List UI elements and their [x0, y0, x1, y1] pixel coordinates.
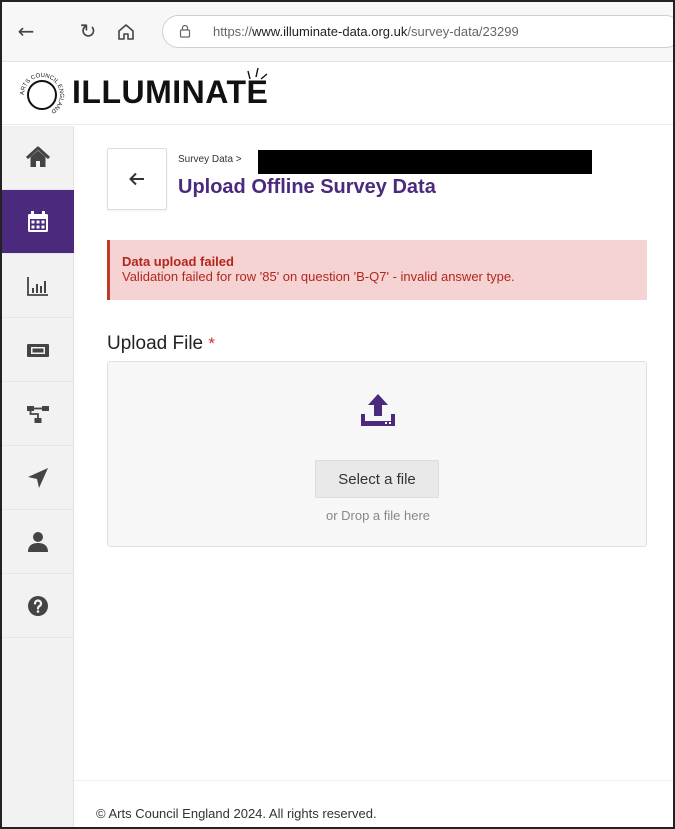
calendar-icon [28, 210, 48, 232]
sidebar-item-reports[interactable] [2, 254, 74, 318]
drop-hint: or Drop a file here [325, 508, 431, 523]
app-header: ARTS COUNCIL ENGLAND ILLUMINATE [2, 63, 673, 125]
sidebar-item-account[interactable] [2, 510, 74, 574]
upload-icon [361, 394, 395, 426]
arts-council-seal-logo: ARTS COUNCIL ENGLAND [20, 73, 64, 115]
sidebar-item-home[interactable] [2, 126, 74, 190]
back-button[interactable] [107, 148, 167, 210]
select-file-button[interactable]: Select a file [315, 460, 439, 498]
browser-toolbar: ← ↻ https://www.illuminate-data.org.uk/s… [2, 2, 673, 62]
lock-icon [179, 24, 191, 38]
paper-plane-icon [28, 467, 48, 488]
sidebar-item-help[interactable] [2, 574, 74, 638]
app-window: ← ↻ https://www.illuminate-data.org.uk/s… [0, 0, 675, 829]
error-alert: Data upload failed Validation failed for… [107, 240, 647, 300]
browser-back-button[interactable]: ← [14, 18, 38, 44]
file-dropzone[interactable]: Select a file or Drop a file here [107, 361, 647, 547]
breadcrumb[interactable]: Survey Data > [178, 154, 242, 165]
brand-wordmark: ILLUMINATE [72, 74, 269, 110]
url-text: https://www.illuminate-data.org.uk/surve… [213, 24, 519, 39]
ticket-icon [27, 343, 49, 357]
alert-message: Validation failed for row '85' on questi… [122, 269, 515, 284]
browser-home-button[interactable] [114, 19, 138, 45]
main-content: Survey Data > Upload Offline Survey Data… [74, 126, 673, 827]
footer-copyright: © Arts Council England 2024. All rights … [96, 806, 377, 821]
home-icon [25, 146, 51, 167]
browser-refresh-button[interactable]: ↻ [76, 18, 100, 44]
sidebar-item-events[interactable] [2, 318, 74, 382]
footer-divider [74, 780, 673, 781]
required-marker: * [208, 334, 216, 353]
alert-title: Data upload failed [122, 254, 234, 269]
upload-file-label: Upload File * [107, 333, 216, 354]
help-icon [28, 595, 48, 616]
arrow-left-icon [129, 172, 144, 186]
sidebar-item-calendar[interactable] [2, 190, 74, 254]
bar-chart-icon [27, 276, 48, 296]
sidebar-item-hierarchy[interactable] [2, 382, 74, 446]
home-outline-icon [118, 24, 134, 40]
sidebar-item-send[interactable] [2, 446, 74, 510]
hierarchy-icon [27, 405, 49, 423]
page-title: Upload Offline Survey Data [178, 176, 436, 198]
redacted-block [258, 150, 592, 174]
sidebar-nav [2, 126, 74, 827]
sparkle-icon [247, 67, 268, 80]
address-bar[interactable]: https://www.illuminate-data.org.uk/surve… [162, 15, 673, 48]
user-icon [28, 531, 48, 552]
